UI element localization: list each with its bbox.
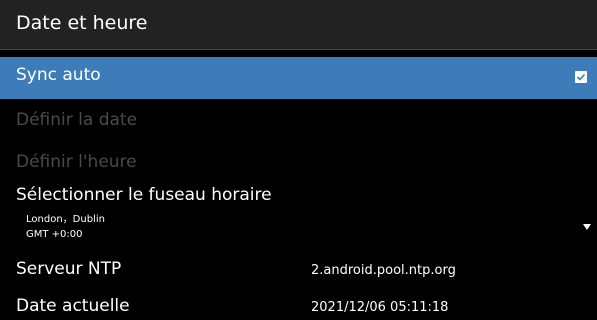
menu-item-sync-auto[interactable]: Sync auto (0, 57, 597, 99)
timezone-city: London，Dublin (26, 214, 105, 225)
sync-auto-label: Sync auto (16, 65, 101, 85)
date-time-settings-panel: Date et heure Sync auto Définir la date … (0, 0, 597, 320)
menu-item-ntp-server[interactable]: Serveur NTP 2.android.pool.ntp.org (0, 256, 597, 284)
page-title: Date et heure (16, 12, 148, 34)
ntp-server-value: 2.android.pool.ntp.org (311, 263, 456, 278)
checkbox-checked-icon[interactable] (575, 71, 587, 83)
timezone-offset: GMT +0:00 (26, 229, 83, 240)
menu-item-timezone[interactable]: Sélectionner le fuseau horaire London，Du… (0, 184, 597, 248)
set-date-label: Définir la date (16, 110, 138, 130)
current-date-value: 2021/12/06 05:11:18 (311, 300, 449, 315)
current-date-label: Date actuelle (16, 296, 130, 316)
dropdown-arrow-icon[interactable] (583, 224, 591, 230)
menu-item-current-date: Date actuelle 2021/12/06 05:11:18 (0, 293, 597, 320)
ntp-server-label: Serveur NTP (16, 259, 122, 279)
menu-item-set-date: Définir la date (0, 106, 597, 136)
menu-item-set-time: Définir l'heure (0, 148, 597, 178)
timezone-label: Sélectionner le fuseau horaire (16, 185, 272, 205)
set-time-label: Définir l'heure (16, 152, 137, 172)
header-bar: Date et heure (0, 0, 597, 50)
